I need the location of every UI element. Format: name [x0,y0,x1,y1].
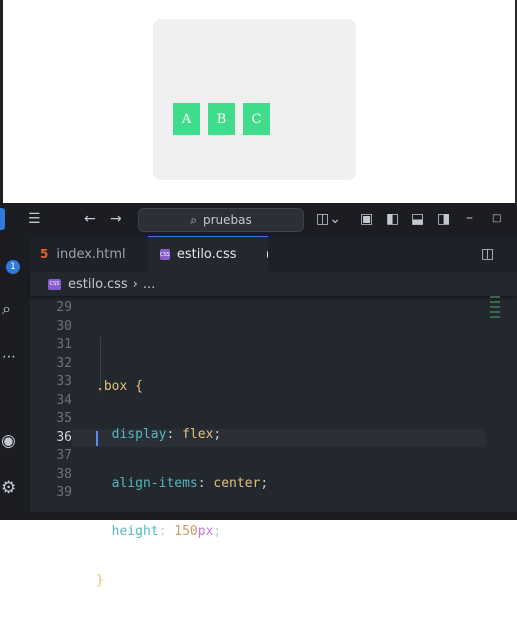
line-numbers: 29 30 31 32 33 34 35 36 37 38 39 [30,299,72,503]
line-number: 35 [56,411,72,426]
demo-box-b: B [208,103,235,135]
css-value: flex [182,427,214,442]
code-line: display: flex; [111,427,222,442]
activity-bar: 1 ⌕ ⋯ ◉ ⚙ [0,236,30,520]
title-bar: ☰ ← → ⌕ pruebas ◫⌄ ▣ ◧ ⬓ ◨ – □ [0,203,517,236]
account-icon[interactable]: ◉ [1,433,16,450]
line-number: 34 [56,392,72,408]
secondary-sidebar-icon[interactable]: ◨ [437,212,450,226]
minimize-icon[interactable]: – [466,211,473,225]
line-number: 29 [56,300,72,315]
copilot-icon[interactable]: ◫⌄ [316,212,341,226]
css-file-icon: CSS [160,249,170,260]
tab-label: estilo.css [176,247,237,262]
back-arrow-icon[interactable]: ← [84,212,96,226]
notification-badge: 1 [6,260,20,274]
search-text: pruebas [202,213,252,227]
css-number: 150 [174,524,198,539]
command-center-search[interactable]: ⌕ pruebas [138,208,304,232]
line-number: 37 [56,448,72,463]
search-icon: ⌕ [190,212,197,227]
css-selector: .box [96,378,128,394]
breadcrumb-more[interactable]: ... [143,277,155,292]
demo-box-a: A [173,103,200,135]
line-number-current: 36 [56,429,72,445]
code-line: height: 150px; [111,524,222,539]
html5-icon: 5 [40,247,49,261]
close-brace: } [96,572,104,588]
layout-icon[interactable]: ▣ [360,212,373,226]
panel-toggle-icon[interactable]: ⬓ [411,212,424,226]
browser-preview: A B C [0,0,517,203]
maximize-icon[interactable]: □ [492,212,501,226]
status-bar [0,512,517,520]
code-line: } [96,572,268,591]
css-file-icon: CSS [48,278,61,290]
tab-index-html[interactable]: 5 index.html [40,236,150,272]
line-number: 30 [56,318,72,334]
split-editor-icon[interactable]: ◫ [481,247,494,261]
preview-left-border [0,0,3,203]
flex-container-demo: A B C [153,19,356,180]
line-number: 39 [56,485,72,500]
gear-icon[interactable]: ⚙ [1,480,16,497]
line-number: 32 [56,355,72,371]
tab-label: index.html [56,246,126,262]
line-number: 38 [56,466,72,482]
code-line: align-items: center; [111,475,269,491]
sidebar-toggle-icon[interactable]: ◧ [386,212,399,226]
chevron-right-icon: › [132,276,138,292]
menu-icon[interactable]: ☰ [28,212,41,226]
line-number: 33 [56,374,72,389]
tab-estilo-css[interactable]: CSS estilo.css [148,236,268,272]
search-icon[interactable]: ⌕ [2,301,11,317]
accent-indicator [0,208,5,230]
more-icon[interactable]: ⋯ [2,350,16,364]
css-value: center [213,475,261,491]
text-cursor [96,431,98,446]
css-property: height [111,524,159,539]
css-unit: px [197,524,214,539]
demo-box-c: C [243,103,270,135]
breadcrumb: CSS estilo.css › ... [30,272,517,296]
code-editor-window: ☰ ← → ⌕ pruebas ◫⌄ ▣ ◧ ⬓ ◨ – □ 1 ⌕ ⋯ ◉ ⚙… [0,203,517,588]
code-line: .box { [96,378,268,397]
minimap[interactable] [490,293,504,333]
css-property: display [111,427,167,442]
editor-tabs: 5 index.html CSS estilo.css ◫ [30,236,517,272]
css-property: align-items [111,475,198,491]
forward-arrow-icon[interactable]: → [110,212,122,226]
code-area[interactable]: .box { display: flex; align-items: cente… [96,299,268,620]
unsaved-dot-icon[interactable] [266,251,268,258]
line-number: 31 [56,337,72,352]
open-brace: { [135,378,143,394]
breadcrumb-file[interactable]: estilo.css [68,277,128,292]
